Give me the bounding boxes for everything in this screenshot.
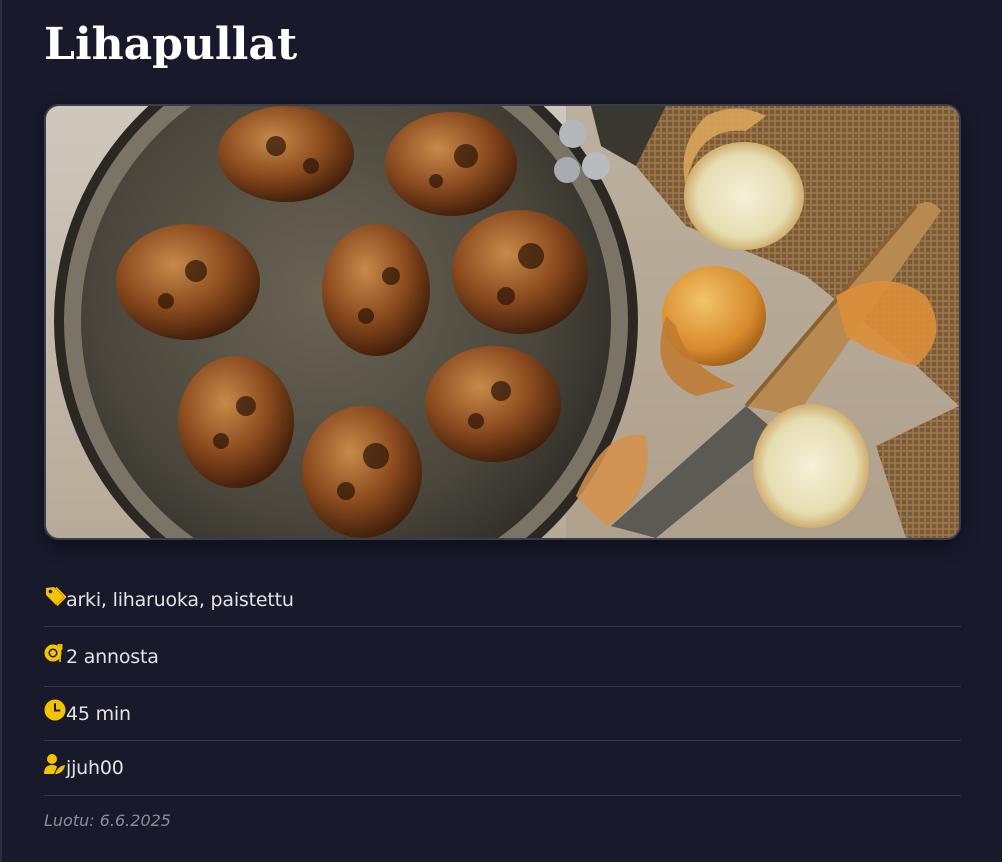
recipe-tags-row: arki, liharuoka, paistettu [44, 574, 961, 627]
recipe-author[interactable]: jjuh00 [66, 757, 124, 779]
user-chef-icon [44, 753, 66, 775]
recipe-time: 45 min [66, 702, 131, 725]
recipe-servings: 2 annosta [66, 645, 159, 668]
page-left-border [0, 0, 2, 862]
plate-utensils-icon [44, 642, 66, 664]
recipe-author-row: jjuh00 [44, 741, 961, 796]
recipe-created-date: Luotu: 6.6.2025 [44, 811, 171, 830]
recipe-time-row: 45 min [44, 687, 961, 741]
recipe-image [44, 104, 961, 540]
recipe-title: Lihapullat [44, 19, 298, 70]
tag-icon [44, 585, 66, 607]
recipe-servings-row: 2 annosta [44, 627, 961, 687]
recipe-tags: arki, liharuoka, paistettu [66, 589, 294, 611]
clock-icon [44, 699, 66, 721]
